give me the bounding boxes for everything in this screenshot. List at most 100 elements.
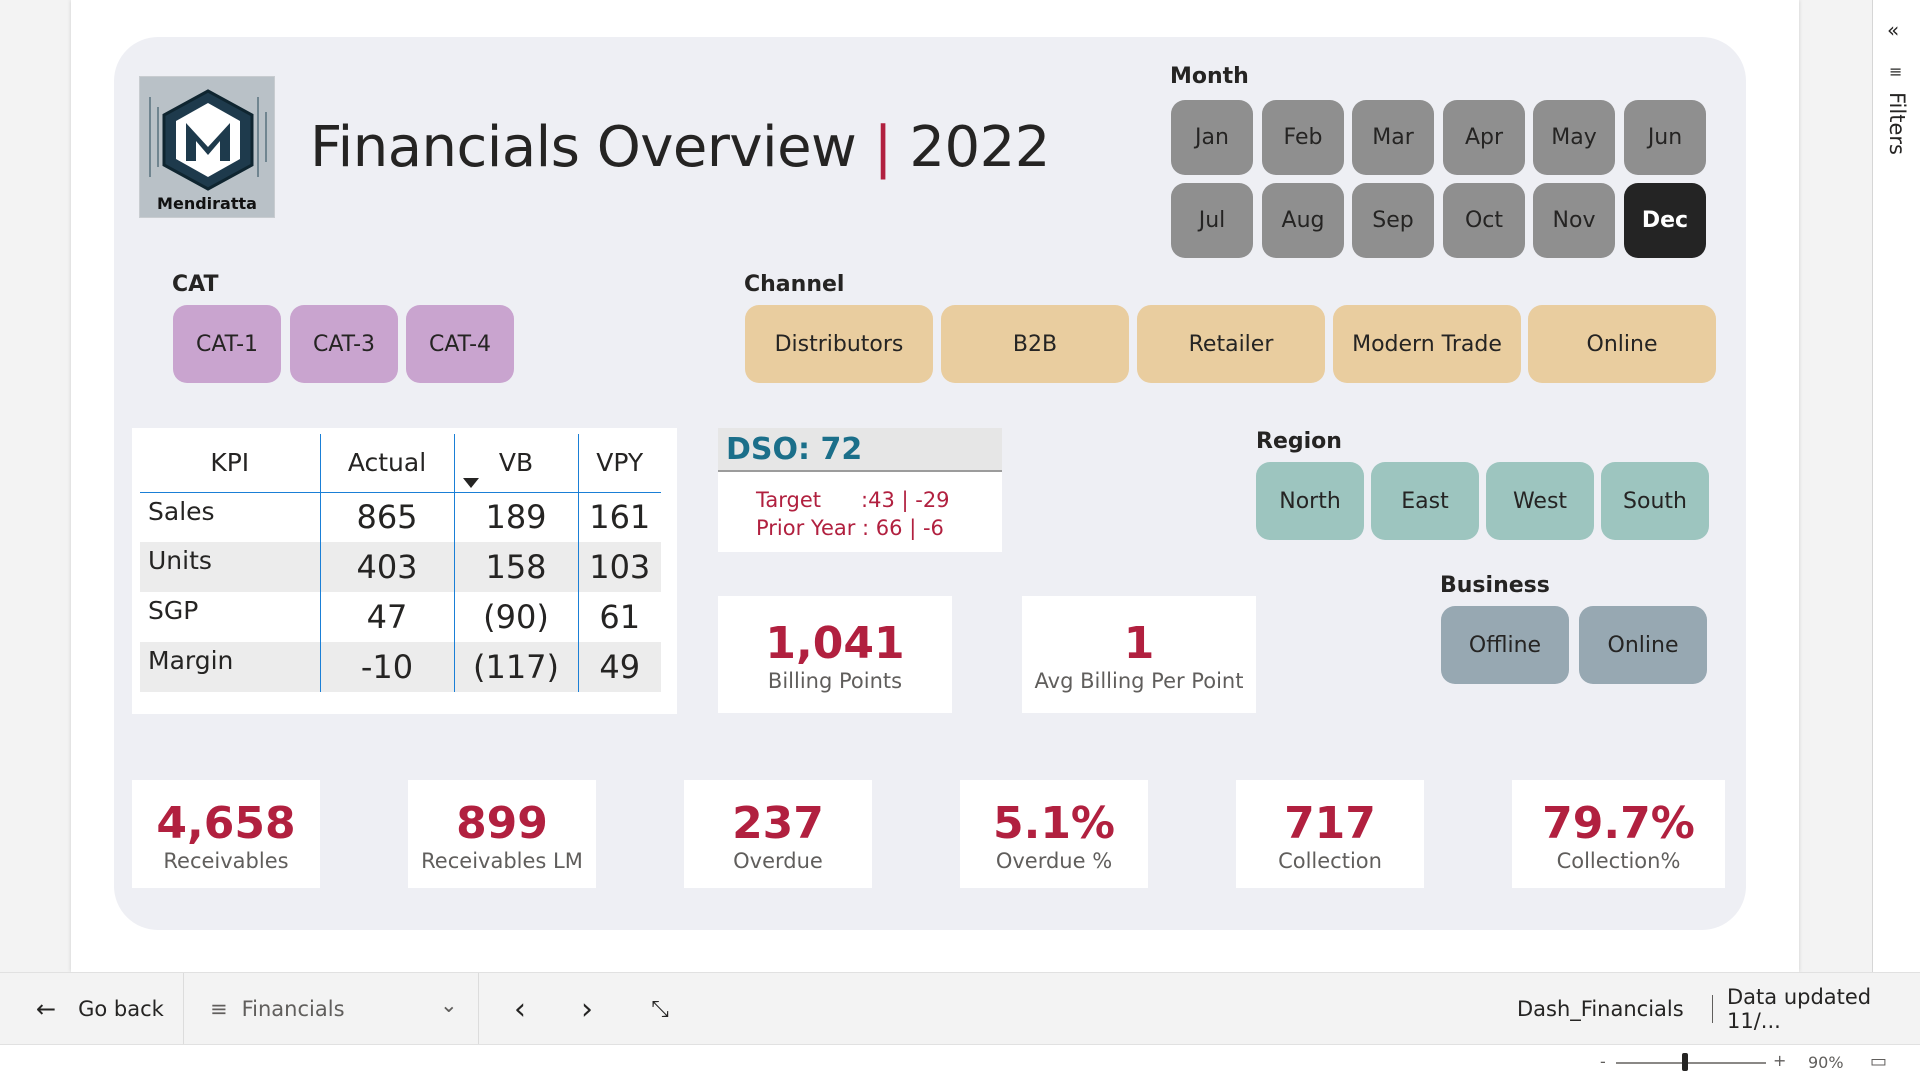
card-label: Overdue % bbox=[995, 849, 1113, 873]
region-button-east[interactable]: East bbox=[1371, 462, 1479, 540]
cat-button-cat-4[interactable]: CAT-4 bbox=[406, 305, 514, 383]
go-back-label: Go back bbox=[78, 997, 164, 1021]
card-label: Avg Billing Per Point bbox=[1034, 669, 1244, 693]
table-cell: 61 bbox=[577, 592, 661, 642]
region-button-south[interactable]: South bbox=[1601, 462, 1709, 540]
sort-descending-icon bbox=[462, 477, 479, 488]
channel-button-modern-trade[interactable]: Modern Trade bbox=[1333, 305, 1521, 383]
business-button-online[interactable]: Online bbox=[1579, 606, 1707, 684]
card-value: 1,041 bbox=[765, 618, 905, 669]
channel-slicer-label: Channel bbox=[744, 272, 845, 297]
region-button-north[interactable]: North bbox=[1256, 462, 1364, 540]
zoom-out-button[interactable]: - bbox=[1600, 1052, 1606, 1071]
card-label: Receivables bbox=[163, 849, 289, 873]
table-cell: 47 bbox=[319, 592, 454, 642]
month-button-aug[interactable]: Aug bbox=[1262, 183, 1344, 258]
card-value: 79.7% bbox=[1542, 798, 1695, 849]
table-row: SGP 47 (90) 61 bbox=[140, 592, 661, 642]
page-title: Financials Overview | 2022 bbox=[310, 115, 1050, 180]
collapse-pane-icon[interactable]: « bbox=[1887, 18, 1899, 42]
exit-focus-button[interactable]: ⤡ bbox=[640, 973, 680, 1045]
next-page-button[interactable]: › bbox=[567, 973, 607, 1045]
filters-pane[interactable]: « ≡ Filters bbox=[1872, 0, 1920, 1044]
kpi-table-grid: KPI Actual VB VPY Sales 865 189 161 Unit… bbox=[140, 434, 661, 692]
kpi-header-vb-label: VB bbox=[498, 448, 534, 478]
logo-emblem-icon bbox=[140, 77, 274, 197]
month-button-dec[interactable]: Dec bbox=[1624, 183, 1706, 258]
filters-pane-label[interactable]: Filters bbox=[1885, 92, 1909, 155]
table-cell: 103 bbox=[577, 542, 661, 592]
zoom-slider-thumb[interactable] bbox=[1682, 1053, 1688, 1071]
kpi-header-vpy[interactable]: VPY bbox=[577, 434, 661, 493]
table-cell: Margin bbox=[140, 642, 320, 692]
overdue-card: 237 Overdue bbox=[684, 780, 872, 888]
dso-target-line: Target :43 | -29 bbox=[756, 488, 950, 512]
month-button-sep[interactable]: Sep bbox=[1352, 183, 1434, 258]
table-cell: SGP bbox=[148, 596, 199, 625]
table-cell: -10 bbox=[319, 642, 454, 692]
logo-text: Mendiratta bbox=[157, 194, 257, 213]
month-button-jan[interactable]: Jan bbox=[1171, 100, 1253, 175]
card-value: 717 bbox=[1284, 798, 1376, 849]
card-value: 4,658 bbox=[156, 798, 296, 849]
channel-button-distributors[interactable]: Distributors bbox=[745, 305, 933, 383]
kpi-header-vb[interactable]: VB bbox=[453, 434, 578, 493]
collection-card: 717 Collection bbox=[1236, 780, 1424, 888]
month-button-oct[interactable]: Oct bbox=[1443, 183, 1525, 258]
status-bar: - + 90% ▭ bbox=[0, 1044, 1920, 1080]
report-navigation-bar: ← Go back ≡ Financials ⌄ ‹ › ⤡ Dash_Fina… bbox=[0, 972, 1920, 1045]
card-label: Collection bbox=[1278, 849, 1382, 873]
card-value: 5.1% bbox=[992, 798, 1116, 849]
table-cell: 403 bbox=[319, 542, 454, 592]
table-cell: 158 bbox=[453, 542, 578, 592]
cat-button-cat-1[interactable]: CAT-1 bbox=[173, 305, 281, 383]
month-button-mar[interactable]: Mar bbox=[1352, 100, 1434, 175]
go-back-button[interactable]: ← Go back bbox=[0, 973, 183, 1045]
divider bbox=[1712, 995, 1713, 1023]
page-name: Financials bbox=[241, 997, 345, 1021]
billing-points-card: 1,041 Billing Points bbox=[718, 596, 952, 713]
receivables-card: 4,658 Receivables bbox=[132, 780, 320, 888]
table-cell: Sales bbox=[148, 496, 215, 526]
business-button-offline[interactable]: Offline bbox=[1441, 606, 1569, 684]
dso-prior-year-line: Prior Year : 66 | -6 bbox=[756, 516, 944, 540]
month-button-jul[interactable]: Jul bbox=[1171, 183, 1253, 258]
dso-card: DSO: 72 Target :43 | -29 Prior Year : 66 … bbox=[718, 428, 1002, 552]
region-slicer-label: Region bbox=[1256, 429, 1342, 454]
card-value: 899 bbox=[456, 798, 548, 849]
dso-title: DSO: 72 bbox=[718, 428, 1002, 472]
month-slicer-label: Month bbox=[1170, 64, 1249, 89]
collapse-arrows-icon: ⤡ bbox=[651, 996, 669, 1022]
divider bbox=[478, 973, 479, 1045]
month-button-jun[interactable]: Jun bbox=[1624, 100, 1706, 175]
title-main: Financials Overview bbox=[310, 115, 857, 180]
kpi-header-kpi[interactable]: KPI bbox=[140, 434, 320, 493]
zoom-slider-track[interactable] bbox=[1616, 1062, 1766, 1064]
filter-icon: ≡ bbox=[1889, 62, 1903, 81]
table-cell: 189 bbox=[453, 492, 578, 542]
page-selector-dropdown[interactable]: ≡ Financials ⌄ bbox=[184, 973, 478, 1045]
table-row: Margin -10 (117) 49 bbox=[140, 642, 661, 692]
fit-to-page-icon[interactable]: ▭ bbox=[1870, 1051, 1887, 1072]
card-label: Billing Points bbox=[767, 669, 903, 693]
card-value: 1 bbox=[1123, 618, 1155, 669]
zoom-level: 90% bbox=[1808, 1053, 1844, 1072]
kpi-header-actual[interactable]: Actual bbox=[319, 434, 454, 493]
region-button-west[interactable]: West bbox=[1486, 462, 1594, 540]
cat-button-cat-3[interactable]: CAT-3 bbox=[290, 305, 398, 383]
table-cell: 49 bbox=[577, 642, 661, 692]
channel-button-b2b[interactable]: B2B bbox=[941, 305, 1129, 383]
month-button-feb[interactable]: Feb bbox=[1262, 100, 1344, 175]
table-cell: 161 bbox=[577, 492, 661, 542]
month-button-apr[interactable]: Apr bbox=[1443, 100, 1525, 175]
arrow-left-icon: ← bbox=[36, 995, 57, 1023]
title-year: 2022 bbox=[909, 115, 1050, 180]
channel-button-online[interactable]: Online bbox=[1528, 305, 1716, 383]
table-cell: Units bbox=[140, 542, 320, 592]
month-button-may[interactable]: May bbox=[1533, 100, 1615, 175]
table-row: Units 403 158 103 bbox=[140, 542, 661, 592]
previous-page-button[interactable]: ‹ bbox=[500, 973, 540, 1045]
month-button-nov[interactable]: Nov bbox=[1533, 183, 1615, 258]
channel-button-retailer[interactable]: Retailer bbox=[1137, 305, 1325, 383]
zoom-in-button[interactable]: + bbox=[1773, 1051, 1786, 1070]
